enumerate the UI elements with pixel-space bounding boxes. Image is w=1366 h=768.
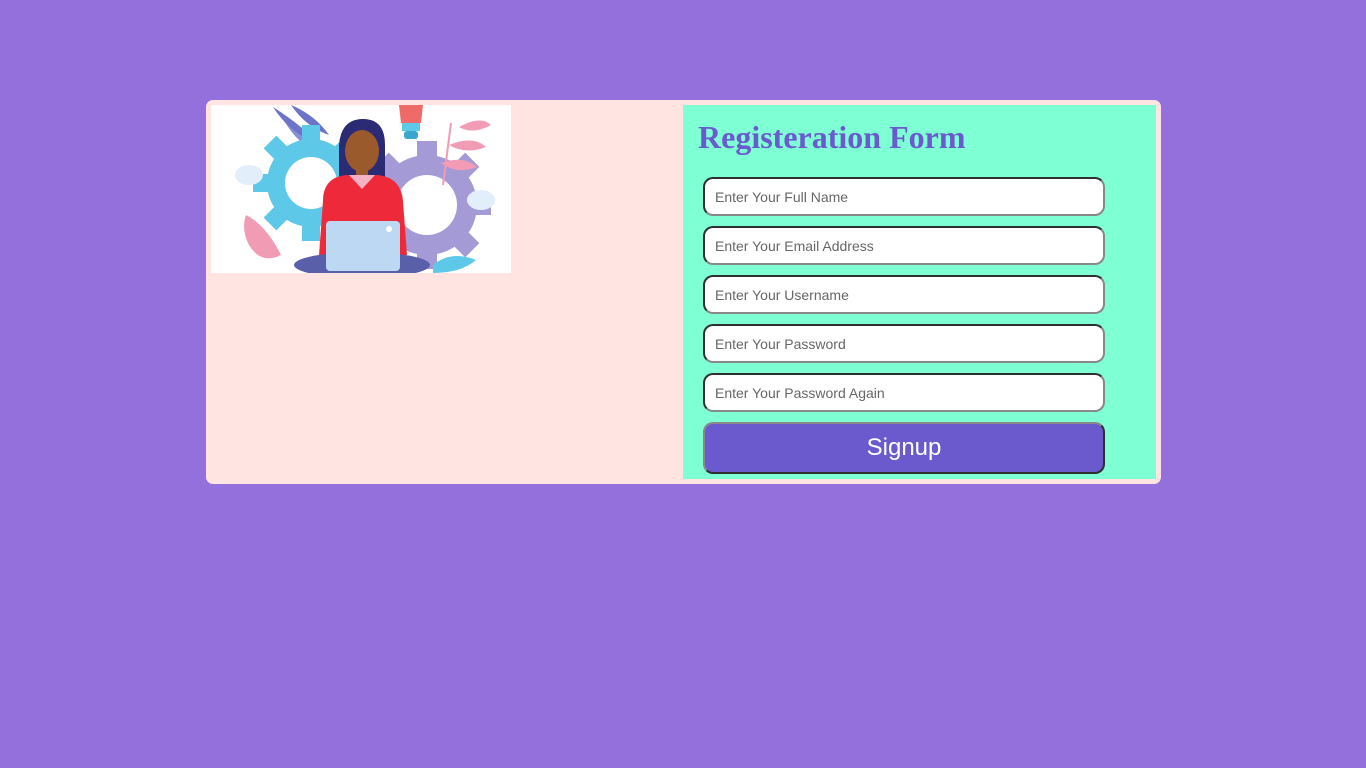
illustration-image — [211, 105, 511, 273]
form-title: Registeration Form — [698, 119, 966, 155]
full-name-input[interactable] — [703, 177, 1105, 216]
confirm-password-input[interactable] — [703, 373, 1105, 412]
signup-button[interactable]: Signup — [703, 422, 1105, 474]
username-input[interactable] — [703, 275, 1105, 314]
woman-with-laptop-illustration-icon — [235, 105, 495, 273]
registration-form: Registeration Form Signup — [683, 105, 1156, 479]
email-address-input[interactable] — [703, 226, 1105, 265]
registration-card: Registeration Form Signup — [206, 100, 1161, 484]
password-input[interactable] — [703, 324, 1105, 363]
